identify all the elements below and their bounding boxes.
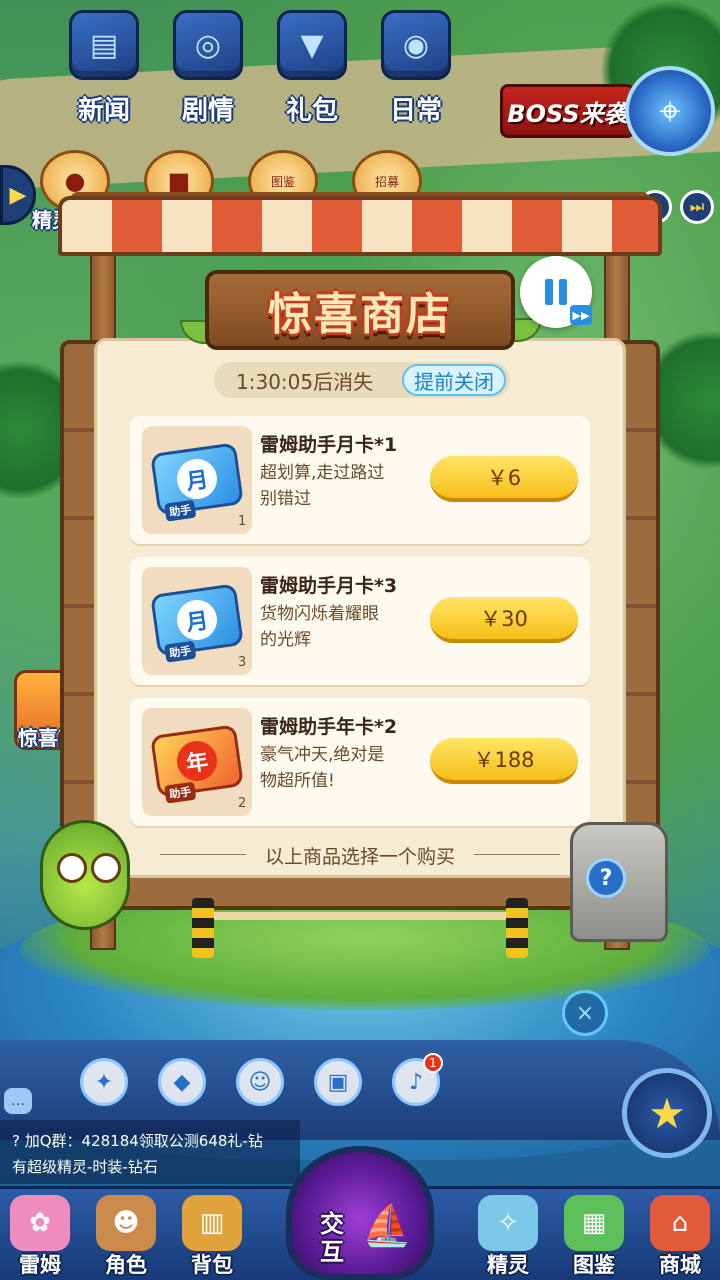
shop-item: 年 助手 2 雷姆助手年卡*2 豪气冲天,绝对是物超所值! ￥188 <box>130 698 590 826</box>
card-glyph: 月 <box>174 456 220 502</box>
year-card-icon: 年 助手 <box>150 724 244 804</box>
countdown-bar: 1:30:05后消失 提前关闭 <box>214 362 510 398</box>
month-card-icon: 月 助手 <box>150 442 244 522</box>
boss-event-banner[interactable]: BOSS来袭 <box>500 84 635 138</box>
item-description: 货物闪烁着耀眼的光辉 <box>260 604 379 650</box>
skip-icon[interactable]: ⏭ <box>680 190 714 224</box>
top-menu-gift[interactable]: ▼ 礼包 <box>270 10 354 130</box>
item-name: 雷姆助手月卡*3 <box>260 575 398 597</box>
nav-store[interactable]: ⌂ 商城 <box>640 1189 720 1280</box>
item-description: 豪气冲天,绝对是物超所值! <box>260 745 385 791</box>
nav-handbook[interactable]: ▦ 图鉴 <box>554 1189 634 1280</box>
card-tag: 助手 <box>164 781 197 804</box>
fast-forward-icon[interactable]: ▶▶ <box>570 305 592 325</box>
pet-face-icon[interactable]: ☺ <box>236 1058 284 1106</box>
top-menu: ▤ 新闻 ◎ 剧情 ▼ 礼包 ◉ 日常 <box>62 10 458 130</box>
item-quantity: 1 <box>238 514 247 529</box>
nav-label: 商城 <box>659 1253 701 1277</box>
top-menu-daily[interactable]: ◉ 日常 <box>374 10 458 130</box>
item-description: 超划算,走过路过别错过 <box>260 463 385 509</box>
chat-message: 有超级精灵-时装-钻石 <box>12 1158 158 1176</box>
card-tag: 助手 <box>164 499 197 522</box>
story-icon: ◎ <box>173 10 243 80</box>
item-thumbnail: 年 助手 2 <box>142 708 252 816</box>
backpack-icon: ▥ <box>182 1195 242 1251</box>
owl-eye <box>57 853 87 883</box>
item-name: 雷姆助手月卡*1 <box>260 434 398 456</box>
star-icon: ★ <box>648 1088 686 1138</box>
month-card-icon: 月 助手 <box>150 583 244 663</box>
item-thumbnail: 月 助手 1 <box>142 426 252 534</box>
nav-backpack[interactable]: ▥ 背包 <box>172 1189 252 1280</box>
striped-awning <box>58 196 662 256</box>
top-menu-label: 剧情 <box>181 96 234 126</box>
item-quantity: 2 <box>238 796 247 811</box>
shop-item: 月 助手 1 雷姆助手月卡*1 超划算,走过路过别错过 ￥6 <box>130 416 590 544</box>
interact-label: 交互 <box>320 1210 344 1266</box>
top-menu-label: 日常 <box>389 96 442 126</box>
item-quantity: 3 <box>238 655 247 670</box>
card-tag: 助手 <box>164 640 197 663</box>
shop-title: 惊喜商店 <box>268 289 452 340</box>
nav-label: 雷姆 <box>19 1253 61 1277</box>
nav-label: 背包 <box>191 1253 233 1277</box>
striped-pillar <box>506 898 528 958</box>
treasure-icon[interactable]: ◆ <box>158 1058 206 1106</box>
pink-pet-icon: ✿ <box>10 1195 70 1251</box>
bell-icon[interactable]: ♪ 1 <box>392 1053 443 1106</box>
help-button[interactable]: ? <box>586 858 626 898</box>
shop-title-sign: 惊喜商店 <box>205 270 515 350</box>
card-glyph: 月 <box>174 597 220 643</box>
item-thumbnail: 月 助手 3 <box>142 567 252 675</box>
map-button[interactable]: ⌖ <box>625 66 715 156</box>
quick-actions: ✦ ◆ ☺ ▣ ♪ 1 <box>80 1053 443 1106</box>
top-menu-label: 新闻 <box>77 96 130 126</box>
owl-mascot[interactable] <box>40 820 130 930</box>
chat-message: ? 加Q群：428184领取公测648礼-钻 <box>12 1132 263 1150</box>
chat-icon[interactable]: … <box>4 1088 32 1114</box>
map-icon: ⌖ <box>659 88 681 133</box>
card-glyph: 年 <box>174 738 220 784</box>
buy-button[interactable]: ￥6 <box>430 456 578 502</box>
nav-leim[interactable]: ✿ 雷姆 <box>0 1189 80 1280</box>
buy-button[interactable]: ￥30 <box>430 597 578 643</box>
pause-icon <box>545 279 567 305</box>
shop-item: 月 助手 3 雷姆助手月卡*3 货物闪烁着耀眼的光辉 ￥30 <box>130 557 590 685</box>
handbook-icon: ▦ <box>564 1195 624 1251</box>
nav-label: 精灵 <box>487 1253 529 1277</box>
chat-panel[interactable]: ? 加Q群：428184领取公测648礼-钻 有超级精灵-时装-钻石 <box>0 1120 300 1184</box>
newspaper-icon: ▤ <box>69 10 139 80</box>
nav-spirit[interactable]: ✧ 精灵 <box>468 1189 548 1280</box>
spirit-icon: ✧ <box>478 1195 538 1251</box>
character-icon: ☻ <box>96 1195 156 1251</box>
daily-icon: ◉ <box>381 10 451 80</box>
notification-badge: 1 <box>423 1053 443 1073</box>
recruit-label: 招募 <box>374 174 399 189</box>
interact-button[interactable]: 交互 ⛵ <box>286 1146 434 1280</box>
top-menu-story[interactable]: ◎ 剧情 <box>166 10 250 130</box>
nav-label: 角色 <box>105 1253 147 1277</box>
top-menu-news[interactable]: ▤ 新闻 <box>62 10 146 130</box>
owl-eye <box>91 853 121 883</box>
gift-icon: ▼ <box>277 10 347 80</box>
rope-fence <box>200 912 520 920</box>
countdown-text: 1:30:05后消失 <box>236 369 374 394</box>
item-name: 雷姆助手年卡*2 <box>260 716 398 738</box>
buy-button[interactable]: ￥188 <box>430 738 578 784</box>
compass-icon[interactable]: ✦ <box>80 1058 128 1106</box>
top-menu-label: 礼包 <box>285 96 338 126</box>
close-shop-button[interactable]: × <box>562 990 608 1036</box>
store-icon: ⌂ <box>650 1195 710 1251</box>
handbook-label: 图鉴 <box>270 174 295 189</box>
ship-icon: ⛵ <box>362 1203 412 1249</box>
bag-icon[interactable]: ▣ <box>314 1058 362 1106</box>
striped-pillar <box>192 898 214 958</box>
close-early-button[interactable]: 提前关闭 <box>402 364 506 396</box>
purchase-note: 以上商品选择一个购买 <box>160 842 560 869</box>
nav-character[interactable]: ☻ 角色 <box>86 1189 166 1280</box>
star-wand-button[interactable]: ★ <box>622 1068 712 1158</box>
nav-label: 图鉴 <box>573 1253 615 1277</box>
